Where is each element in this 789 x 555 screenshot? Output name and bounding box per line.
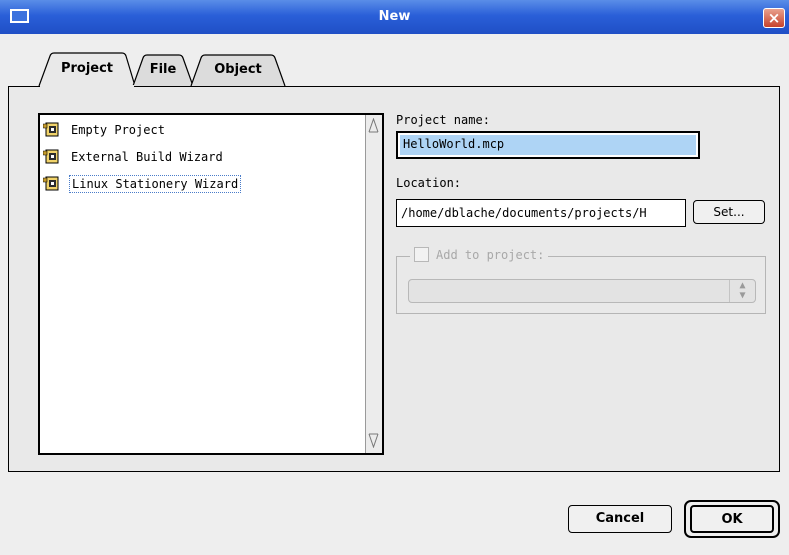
list-item[interactable]: Linux Stationery Wizard	[42, 175, 362, 193]
ok-button[interactable]: OK	[690, 505, 774, 533]
list-item-label: Empty Project	[71, 123, 165, 137]
location-field[interactable]: /home/dblache/documents/projects/H	[396, 199, 686, 227]
add-to-project-label: Add to project:	[436, 248, 545, 262]
tab-object-label: Object	[214, 62, 262, 77]
scroll-up-icon[interactable]	[368, 117, 379, 133]
project-stationery-icon	[43, 122, 59, 137]
list-item[interactable]: External Build Wizard	[42, 148, 362, 166]
close-button[interactable]: ×	[763, 8, 785, 28]
project-name-value: HelloWorld.mcp	[400, 135, 696, 155]
tab-project[interactable]: Project	[38, 52, 136, 86]
list-item-label: Linux Stationery Wizard	[69, 175, 242, 193]
project-type-list[interactable]: Empty Project External Build Wizard Linu…	[38, 113, 384, 455]
list-item[interactable]: Empty Project	[42, 121, 362, 139]
tab-file-label: File	[149, 62, 177, 77]
tab-object[interactable]: Object	[190, 52, 286, 86]
add-to-project-checkbox[interactable]	[414, 247, 429, 262]
title-bar: New ×	[0, 0, 789, 34]
project-stationery-icon	[43, 149, 59, 164]
project-name-field[interactable]: HelloWorld.mcp	[396, 131, 700, 159]
list-scrollbar[interactable]	[365, 115, 382, 453]
add-to-project-legend: Add to project:	[410, 246, 549, 264]
scroll-down-icon[interactable]	[368, 433, 379, 449]
active-tab-join	[40, 85, 134, 87]
location-label: Location:	[396, 176, 462, 190]
project-name-label: Project name:	[396, 113, 490, 127]
project-stationery-icon	[43, 176, 59, 191]
cancel-button[interactable]: Cancel	[568, 505, 672, 533]
window-title: New	[378, 9, 411, 24]
tab-project-label: Project	[60, 61, 114, 76]
tab-file[interactable]: File	[132, 52, 194, 86]
list-item-label: External Build Wizard	[71, 150, 223, 164]
set-location-button[interactable]: Set...	[693, 200, 765, 224]
add-to-project-select[interactable]: ▲ ▼	[408, 279, 756, 303]
select-stepper-icon: ▲ ▼	[729, 280, 755, 302]
